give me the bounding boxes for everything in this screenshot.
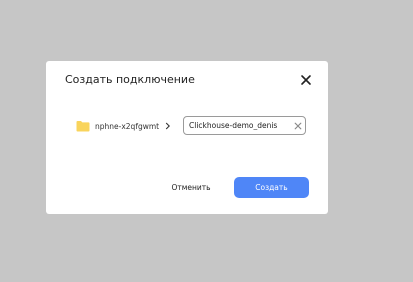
close-button[interactable]: [299, 73, 313, 87]
create-connection-dialog: Создать подключение nphne-x2qfgwmt Click…: [46, 61, 328, 214]
create-button[interactable]: Создать: [234, 177, 309, 198]
folder-icon: [76, 120, 90, 132]
dialog-title: Создать подключение: [65, 73, 195, 86]
breadcrumb: nphne-x2qfgwmt: [76, 119, 171, 133]
connection-name-input[interactable]: [189, 117, 287, 134]
chevron-right-icon: [165, 122, 171, 130]
folder-label[interactable]: nphne-x2qfgwmt: [95, 122, 159, 131]
cancel-button[interactable]: Отменить: [162, 177, 220, 197]
connection-name-field: [183, 116, 306, 135]
close-icon: [299, 73, 313, 87]
clear-icon[interactable]: [294, 122, 302, 130]
